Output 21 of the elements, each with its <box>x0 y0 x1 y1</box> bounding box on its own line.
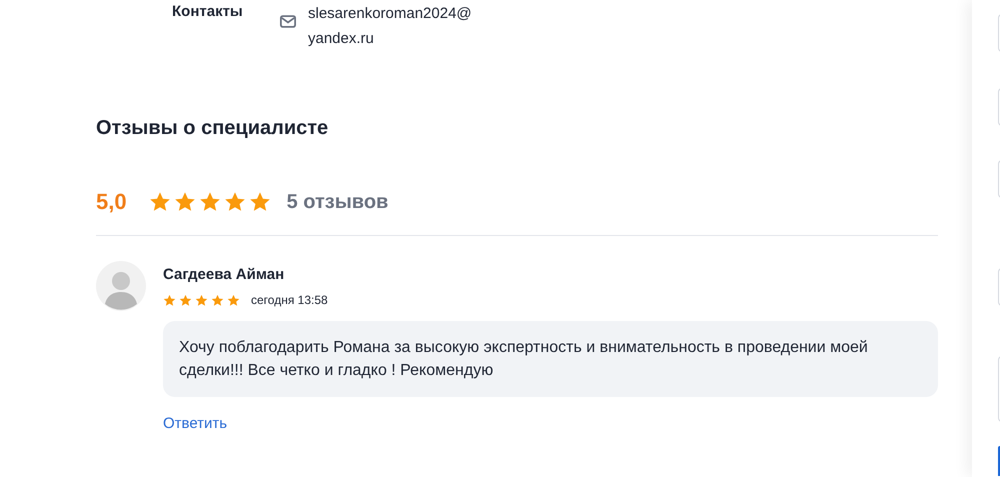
author-name: Сагдеева Айман <box>163 265 286 285</box>
star-icon <box>227 294 240 306</box>
star-icon <box>198 191 221 213</box>
envelope-icon <box>280 15 296 28</box>
rating-value: 5,0 <box>96 189 127 215</box>
star-icon <box>179 294 192 306</box>
star-icon <box>248 191 271 213</box>
star-icon <box>224 191 246 213</box>
contacts-label: Контакты <box>172 2 244 22</box>
email-text: slesarenkoroman2024@yandex.ru <box>308 4 473 49</box>
section-title: Отзывы о специалисте <box>96 116 330 141</box>
review-count: 5 отзывов <box>286 190 388 214</box>
review-time: сегодня 13:58 <box>251 293 328 307</box>
star-icon <box>163 294 176 306</box>
star-icon <box>174 191 196 213</box>
star-icon <box>148 191 171 213</box>
review-text: Хочу поблагодарить Романа за высокую экспертность и внимательность в проведении моей сделки!!! Все четко и гладко ! Рекомендую <box>163 321 938 397</box>
star-icon <box>195 294 208 306</box>
avatar <box>96 261 146 311</box>
star-icon <box>211 294 224 306</box>
reply-link[interactable]: Ответить <box>163 415 228 432</box>
